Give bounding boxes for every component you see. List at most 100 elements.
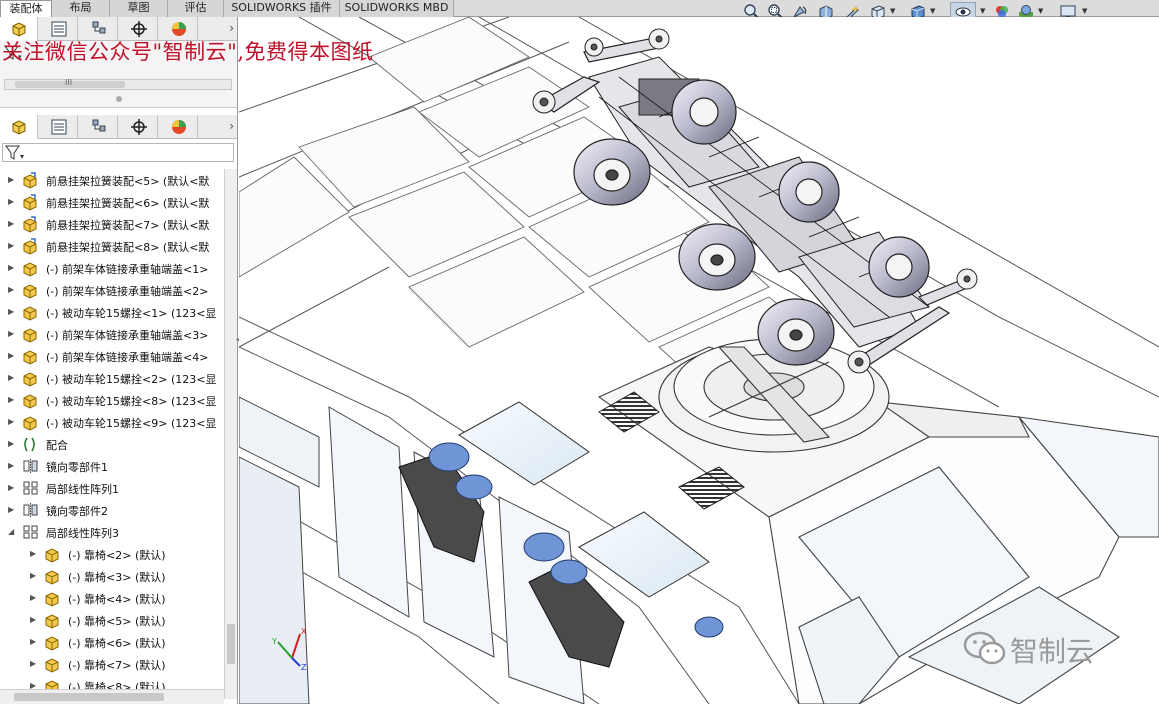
tab-layout[interactable]: 布局 (52, 0, 110, 17)
tree-item[interactable]: ▶ (-) 被动车轮15螺拴<2> (123<显 (0, 367, 224, 389)
tree-item-label: (-) 被动车轮15螺拴<8> (123<显 (46, 395, 217, 408)
part-icon (45, 614, 59, 629)
expand-arrow-icon[interactable]: ▶ (30, 548, 40, 560)
property-manager-tab-lower[interactable] (40, 115, 78, 139)
tree-item-label: 前悬挂架拉簧装配<6> (默认<默 (46, 197, 210, 210)
tree-item-label: (-) 被动车轮15螺拴<9> (123<显 (46, 417, 217, 430)
expand-arrow-icon[interactable]: ▶ (8, 328, 18, 340)
expand-arrow-icon[interactable]: ▶ (8, 350, 18, 362)
view-orientation-dropdown-icon[interactable]: ▼ (890, 7, 898, 17)
expand-arrow-icon[interactable]: ▶ (30, 658, 40, 670)
tree-item[interactable]: ▶ (-) 前架车体链接承重轴端盖<3> (0, 323, 224, 345)
part-icon (23, 372, 37, 387)
expand-arrow-icon[interactable]: ▶ (8, 306, 18, 318)
expand-arrow-icon[interactable]: ▶ (30, 592, 40, 604)
tab-assembly[interactable]: 装配体 (0, 0, 52, 17)
hide-show-dropdown-icon[interactable]: ▼ (980, 7, 988, 17)
tree-item[interactable]: ▶ (-) 靠椅<6> (默认) (0, 631, 224, 653)
view-settings-dropdown-icon[interactable]: ▼ (1082, 7, 1090, 17)
expand-arrow-icon[interactable]: ▶ (8, 262, 18, 274)
expand-arrow-icon[interactable]: ▶ (8, 240, 18, 252)
tree-item[interactable]: ▶ (-) 被动车轮15螺拴<1> (123<显 (0, 301, 224, 323)
display-manager-tab-lower[interactable] (160, 115, 198, 139)
tree-item-label: (-) 靠椅<3> (默认) (68, 571, 166, 584)
tree-item[interactable]: ▶ 前悬挂架拉簧装配<5> (默认<默 (0, 169, 224, 191)
expand-arrow-icon[interactable]: ▶ (8, 174, 18, 186)
configuration-manager-tab-lower[interactable] (80, 115, 118, 139)
tree-item[interactable]: ▶ 局部线性阵列1 (0, 477, 224, 499)
tab-evaluate[interactable]: 评估 (168, 0, 224, 17)
tree-item[interactable]: ▶ 镜向零部件2 (0, 499, 224, 521)
tree-item-label: 前悬挂架拉簧装配<8> (默认<默 (46, 241, 210, 254)
tree-item[interactable]: ▶ (-) 靠椅<5> (默认) (0, 609, 224, 631)
feature-tree: ▶ 前悬挂架拉簧装配<5> (默认<默 ▶ 前悬挂架拉簧装配<6> (默认<默 ▶ 前悬挂… (0, 169, 224, 699)
tree-item[interactable]: ▶ 配合 (0, 433, 224, 455)
triad-y-label: Y (271, 637, 277, 646)
tree-scroll-thumb[interactable] (227, 624, 235, 664)
part-icon (45, 592, 59, 607)
feature-manager-tab-lower[interactable] (0, 115, 38, 139)
tabs-scroll-right-icon[interactable]: › (229, 119, 234, 133)
tabs-scroll-right-icon[interactable]: › (229, 21, 234, 35)
tree-item[interactable]: ▶ 前悬挂架拉簧装配<7> (默认<默 (0, 213, 224, 235)
tree-item-label: (-) 靠椅<5> (默认) (68, 615, 166, 628)
tree-item[interactable]: ▶ (-) 靠椅<7> (默认) (0, 653, 224, 675)
tree-item[interactable]: ▶ (-) 被动车轮15螺拴<9> (123<显 (0, 411, 224, 433)
tree-item[interactable]: ◢ 局部线性阵列3 (0, 521, 224, 543)
tree-item-label: 镜向零部件2 (46, 505, 108, 518)
tab-solidworks-addins[interactable]: SOLIDWORKS 插件 (224, 0, 340, 17)
part-icon (45, 570, 59, 585)
expand-arrow-icon[interactable]: ▶ (30, 614, 40, 626)
tab-solidworks-mbd[interactable]: SOLIDWORKS MBD (340, 0, 454, 17)
expand-arrow-icon[interactable]: ▶ (8, 196, 18, 208)
display-style-dropdown-icon[interactable]: ▼ (930, 7, 938, 17)
expand-arrow-icon[interactable]: ▶ (8, 504, 18, 516)
tree-item[interactable]: ▶ (-) 被动车轮15螺拴<8> (123<显 (0, 389, 224, 411)
expand-arrow-icon[interactable]: ▶ (8, 460, 18, 472)
tree-item[interactable]: ▶ (-) 靠椅<4> (默认) (0, 587, 224, 609)
tree-vertical-scrollbar[interactable] (224, 169, 237, 699)
split-handle[interactable] (116, 96, 122, 102)
tree-item-label: (-) 前架车体链接承重轴端盖<2> (46, 285, 209, 298)
tree-item[interactable]: ▶ 镜向零部件1 (0, 455, 224, 477)
tree-hscroll-thumb[interactable] (14, 693, 164, 701)
tree-item[interactable]: ▶ (-) 前架车体链接承重轴端盖<4> (0, 345, 224, 367)
tree-horizontal-scrollbar[interactable] (0, 689, 224, 704)
expand-arrow-icon[interactable]: ▶ (8, 372, 18, 384)
upper-horizontal-scrollbar[interactable]: III (4, 78, 232, 90)
expand-arrow-icon[interactable]: ▶ (30, 570, 40, 582)
expand-arrow-icon[interactable]: ▶ (8, 416, 18, 428)
tree-item[interactable]: ▶ (-) 靠椅<2> (默认) (0, 543, 224, 565)
filter-icon[interactable]: ▾ (5, 145, 27, 164)
tree-item-label: (-) 前架车体链接承重轴端盖<1> (46, 263, 209, 276)
tab-sketch[interactable]: 草图 (110, 0, 168, 17)
apply-scene-dropdown-icon[interactable]: ▼ (1038, 7, 1046, 17)
expand-arrow-icon[interactable]: ▶ (8, 218, 18, 230)
part-icon (23, 306, 37, 321)
tree-item[interactable]: ▶ 前悬挂架拉簧装配<6> (默认<默 (0, 191, 224, 213)
expand-arrow-icon[interactable]: ▶ (30, 636, 40, 648)
expand-arrow-icon[interactable]: ▶ (8, 284, 18, 296)
graphics-area[interactable] (239, 17, 1159, 704)
tree-item[interactable]: ▶ (-) 前架车体链接承重轴端盖<2> (0, 279, 224, 301)
expand-arrow-icon[interactable]: ▶ (8, 482, 18, 494)
part-icon (23, 284, 37, 299)
tree-item[interactable]: ▶ (-) 前架车体链接承重轴端盖<1> (0, 257, 224, 279)
tree-item[interactable]: ▶ (-) 靠椅<3> (默认) (0, 565, 224, 587)
triad-z-label: Z (301, 663, 307, 672)
part-icon (45, 548, 59, 563)
expand-arrow-icon[interactable]: ▶ (8, 438, 18, 450)
view-triad: X Y Z (270, 622, 320, 672)
tree-item[interactable]: ▶ 前悬挂架拉簧装配<8> (默认<默 (0, 235, 224, 257)
subassembly-icon (23, 216, 37, 233)
dimxpert-tab-lower[interactable] (120, 115, 158, 139)
panel-tabs-lower: › (0, 115, 237, 139)
watermark-logo-bottom: 智制云 (962, 624, 1152, 674)
tree-item-label: (-) 靠椅<7> (默认) (68, 659, 166, 672)
collapse-arrow-icon[interactable]: ◢ (8, 526, 18, 538)
tree-item-label: 前悬挂架拉簧装配<5> (默认<默 (46, 175, 210, 188)
tree-item-label: 镜向零部件1 (46, 461, 108, 474)
expand-arrow-icon[interactable]: ▶ (8, 394, 18, 406)
feature-filter-input[interactable]: ▾ (2, 143, 234, 162)
tree-item-label: (-) 被动车轮15螺拴<2> (123<显 (46, 373, 217, 386)
